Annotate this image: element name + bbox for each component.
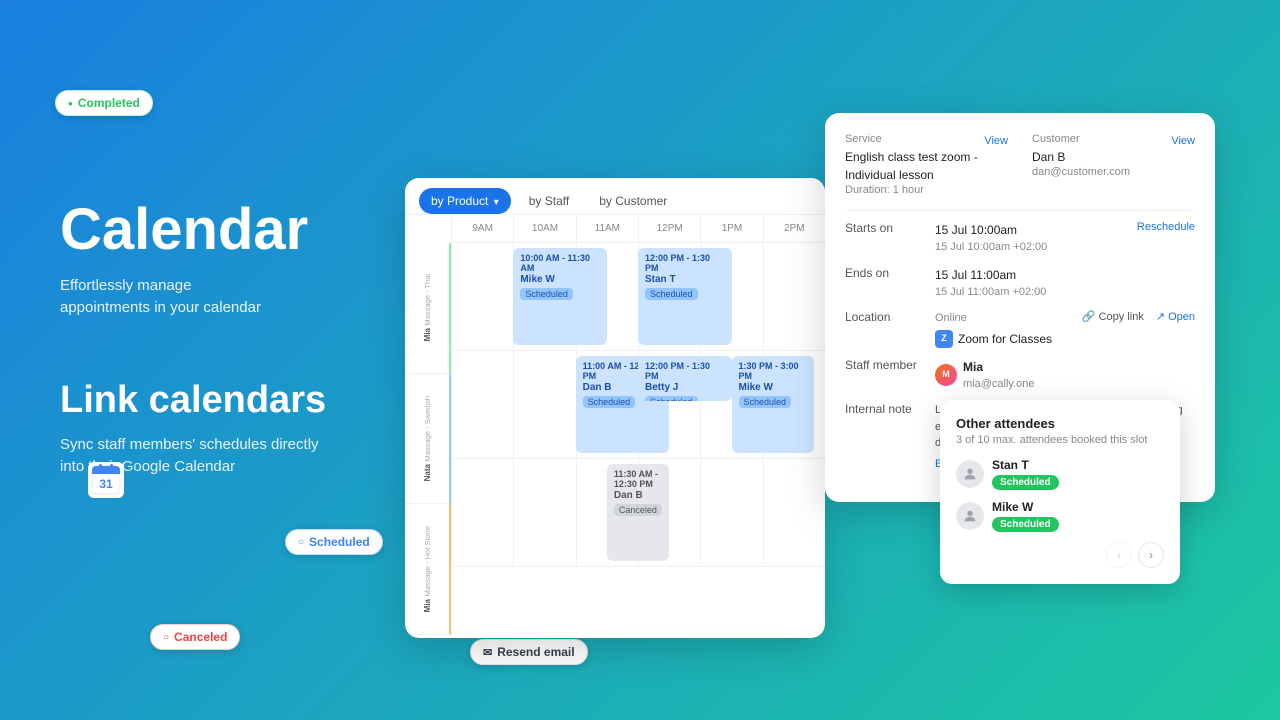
detail-service-customer-row: Service View English class test zoom - I… xyxy=(845,133,1195,196)
hour-11am: 11AM xyxy=(576,215,638,242)
detail-ends-row: Ends on 15 Jul 11:00am 15 Jul 11:00am +0… xyxy=(845,266,1195,301)
hour-1pm: 1PM xyxy=(700,215,762,242)
location-value: Online Z Zoom for Classes xyxy=(935,310,1082,348)
customer-email: dan@customer.com xyxy=(1032,166,1195,178)
starts-value: 15 Jul 10:00am 15 Jul 10:00am +02:00 xyxy=(935,221,1137,256)
appt-bettyj-row1[interactable]: 12:00 PM - 1:30 PM Betty J Scheduled xyxy=(638,356,732,401)
canceled-badge: Canceled xyxy=(150,624,240,650)
external-link-icon: ↗ xyxy=(1156,310,1165,323)
attendees-nav: ‹ › xyxy=(956,542,1164,568)
staff-value: M Mia mia@cally.one xyxy=(935,358,1195,393)
attendee-avatar-0 xyxy=(956,460,984,488)
reschedule-button[interactable]: Reschedule xyxy=(1137,221,1195,233)
note-label: Internal note xyxy=(845,402,935,416)
calendar-panel: by Product ▾ by Staff by Customer Massag… xyxy=(405,178,825,638)
customer-label: Customer xyxy=(1032,133,1080,145)
attendees-next-button[interactable]: › xyxy=(1138,542,1164,568)
detail-customer-col: Customer View Dan B dan@customer.com xyxy=(1032,133,1195,196)
attendees-subtitle: 3 of 10 max. attendees booked this slot xyxy=(956,434,1164,446)
resource-hotstone-mia: Massage - Hot Stone Mia xyxy=(405,504,451,635)
detail-service-col: Service View English class test zoom - I… xyxy=(845,133,1008,196)
resource-labels: Massage - Thai Mia Massage - Swedish Nat… xyxy=(405,215,451,635)
attendee-name-1: Mike W xyxy=(992,500,1164,514)
attendee-row-1: Mike W Scheduled xyxy=(956,500,1164,532)
appt-danb-canceled-row2[interactable]: 11:30 AM - 12:30 PM Dan B Canceled xyxy=(607,464,669,561)
staff-label: Staff member xyxy=(845,358,935,372)
attendee-name-0: Stan T xyxy=(992,458,1164,472)
attendee-status-1: Scheduled xyxy=(992,517,1059,532)
left-content: Calendar Effortlessly manageappointments… xyxy=(60,200,400,479)
main-subtitle: Effortlessly manageappointments in your … xyxy=(60,275,400,320)
service-duration: Duration: 1 hour xyxy=(845,184,1008,196)
staff-avatar: M xyxy=(935,364,957,386)
main-title: Calendar xyxy=(60,200,400,261)
appt-mikew-row1[interactable]: 1:30 PM - 3:00 PM Mike W Scheduled xyxy=(732,356,814,453)
detail-divider-1 xyxy=(845,210,1195,211)
hour-9am: 9AM xyxy=(451,215,513,242)
grid-row-0: 10:00 AM - 11:30 AM Mike W Scheduled 12:… xyxy=(451,243,825,351)
link-title: Link calendars xyxy=(60,380,400,422)
hour-2pm: 2PM xyxy=(763,215,825,242)
attendee-info-0: Stan T Scheduled xyxy=(992,458,1164,490)
calendar-tabs: by Product ▾ by Staff by Customer xyxy=(405,178,825,215)
svg-text:31: 31 xyxy=(99,477,113,491)
appt-mikew-row0[interactable]: 10:00 AM - 11:30 AM Mike W Scheduled xyxy=(513,248,607,345)
calendar-grid-area: Massage - Thai Mia Massage - Swedish Nat… xyxy=(405,215,825,635)
resend-email-badge[interactable]: ✉ Resend email xyxy=(470,639,588,665)
starts-label: Starts on xyxy=(845,221,935,235)
location-label: Location xyxy=(845,310,935,324)
resource-swedish-mia: Massage - Swedish Nata xyxy=(405,374,451,505)
detail-location-row: Location Online Z Zoom for Classes 🔗 Cop… xyxy=(845,310,1195,348)
detail-starts-row: Starts on 15 Jul 10:00am 15 Jul 10:00am … xyxy=(845,221,1195,256)
grid-rows-area: 10:00 AM - 11:30 AM Mike W Scheduled 12:… xyxy=(451,243,825,635)
attendee-row-0: Stan T Scheduled xyxy=(956,458,1164,490)
grid-row-2: 11:30 AM - 12:30 PM Dan B Canceled xyxy=(451,459,825,567)
attendee-info-1: Mike W Scheduled xyxy=(992,500,1164,532)
attendee-status-0: Scheduled xyxy=(992,475,1059,490)
completed-badge: Completed xyxy=(55,90,153,116)
main-grid: 9AM 10AM 11AM 12PM 1PM 2PM xyxy=(451,215,825,635)
customer-view-link[interactable]: View xyxy=(1171,135,1195,147)
hours-row: 9AM 10AM 11AM 12PM 1PM 2PM xyxy=(451,215,825,243)
tab-by-product[interactable]: by Product ▾ xyxy=(419,188,511,214)
location-actions: 🔗 Copy link ↗ Open xyxy=(1082,310,1195,323)
hour-10am: 10AM xyxy=(513,215,575,242)
ends-label: Ends on xyxy=(845,266,935,280)
gcal-icon: 31 xyxy=(88,462,124,498)
scheduled-badge: Scheduled xyxy=(285,529,383,555)
ends-value: 15 Jul 11:00am 15 Jul 11:00am +02:00 xyxy=(935,266,1195,301)
service-label: Service xyxy=(845,133,882,145)
open-link-button[interactable]: ↗ Open xyxy=(1156,310,1195,323)
resource-thai-mia: Massage - Thai Mia xyxy=(405,243,451,374)
zoom-icon: Z xyxy=(935,330,953,348)
appt-stant-row0[interactable]: 12:00 PM - 1:30 PM Stan T Scheduled xyxy=(638,248,732,345)
attendee-avatar-1 xyxy=(956,502,984,530)
grid-row-1: 11:00 AM - 12:30 PM Dan B Scheduled 12:0… xyxy=(451,351,825,459)
detail-staff-row: Staff member M Mia mia@cally.one xyxy=(845,358,1195,393)
service-name: English class test zoom - Individual les… xyxy=(845,148,1008,184)
tab-by-staff[interactable]: by Staff xyxy=(517,188,581,214)
copy-link-icon: 🔗 xyxy=(1082,310,1096,323)
attendees-popup: Other attendees 3 of 10 max. attendees b… xyxy=(940,400,1180,584)
copy-link-button[interactable]: 🔗 Copy link xyxy=(1082,310,1144,323)
hour-12pm: 12PM xyxy=(638,215,700,242)
customer-name: Dan B xyxy=(1032,148,1195,166)
tab-by-customer[interactable]: by Customer xyxy=(587,188,679,214)
service-view-link[interactable]: View xyxy=(984,135,1008,147)
attendees-prev-button[interactable]: ‹ xyxy=(1106,542,1132,568)
attendees-title: Other attendees xyxy=(956,416,1164,431)
